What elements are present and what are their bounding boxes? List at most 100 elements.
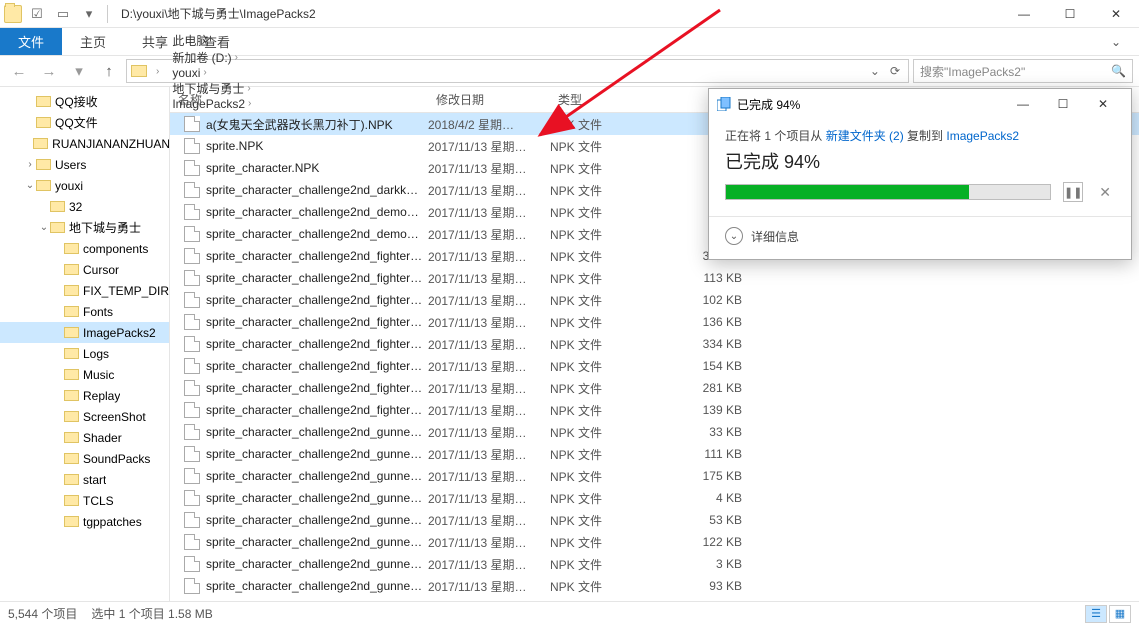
progress-bar bbox=[725, 184, 1051, 200]
tree-item[interactable]: ›Users bbox=[0, 154, 169, 175]
tree-item[interactable]: TCLS bbox=[0, 490, 169, 511]
col-date[interactable]: 修改日期 bbox=[428, 91, 550, 108]
chevron-right-icon[interactable]: › bbox=[208, 35, 217, 46]
chevron-right-icon[interactable]: › bbox=[153, 66, 162, 77]
qat-dropdown-icon[interactable]: ▾ bbox=[78, 6, 100, 22]
pause-button[interactable]: ❚❚ bbox=[1063, 182, 1083, 202]
file-row[interactable]: sprite_character_challenge2nd_gunne…2017… bbox=[170, 509, 1139, 531]
file-date: 2017/11/13 星期… bbox=[428, 512, 550, 529]
breadcrumb-segment[interactable]: 此电脑 bbox=[172, 32, 208, 49]
file-size: 122 KB bbox=[670, 535, 750, 549]
tree-item[interactable]: FIX_TEMP_DIR bbox=[0, 280, 169, 301]
file-row[interactable]: sprite_character_challenge2nd_fighter…20… bbox=[170, 355, 1139, 377]
breadcrumb-segment[interactable]: youxi bbox=[172, 66, 200, 80]
minimize-button[interactable]: — bbox=[1001, 0, 1047, 28]
tree-item[interactable]: 32 bbox=[0, 196, 169, 217]
folder-icon bbox=[64, 390, 79, 401]
close-button[interactable]: ✕ bbox=[1093, 0, 1139, 28]
file-row[interactable]: sprite_character_challenge2nd_gunne…2017… bbox=[170, 487, 1139, 509]
search-placeholder: 搜索"ImagePacks2" bbox=[920, 63, 1025, 80]
tree-item[interactable]: QQ接收 bbox=[0, 91, 169, 112]
file-size: 154 KB bbox=[670, 359, 750, 373]
expand-icon[interactable]: ⌄ bbox=[24, 180, 36, 191]
file-row[interactable]: sprite_character_challenge2nd_fighter…20… bbox=[170, 267, 1139, 289]
dialog-titlebar[interactable]: 已完成 94% — ☐ ✕ bbox=[709, 89, 1131, 119]
file-type: NPK 文件 bbox=[550, 314, 670, 331]
tree-item[interactable]: ⌄地下城与勇士 bbox=[0, 217, 169, 238]
dialog-maximize-button[interactable]: ☐ bbox=[1043, 89, 1083, 119]
file-row[interactable]: sprite_character_challenge2nd_gunne…2017… bbox=[170, 575, 1139, 597]
forward-button[interactable]: → bbox=[36, 59, 62, 83]
tree-item[interactable]: Fonts bbox=[0, 301, 169, 322]
chevron-down-icon: ⌄ bbox=[725, 227, 743, 245]
tab-file[interactable]: 文件 bbox=[0, 28, 62, 55]
view-icons-button[interactable]: ▦ bbox=[1109, 605, 1131, 623]
tree-item[interactable]: Replay bbox=[0, 385, 169, 406]
ribbon-expand-icon[interactable]: ⌄ bbox=[1093, 28, 1139, 55]
tree-item[interactable]: ⌄youxi bbox=[0, 175, 169, 196]
up-button[interactable]: ↑ bbox=[96, 59, 122, 83]
chevron-right-icon[interactable]: › bbox=[232, 52, 241, 63]
tree-item[interactable]: SoundPacks bbox=[0, 448, 169, 469]
maximize-button[interactable]: ☐ bbox=[1047, 0, 1093, 28]
dialog-close-button[interactable]: ✕ bbox=[1083, 89, 1123, 119]
col-name[interactable]: 名称 bbox=[170, 91, 428, 108]
tree-label: SoundPacks bbox=[83, 452, 150, 466]
file-row[interactable]: sprite_character_challenge2nd_gunne…2017… bbox=[170, 421, 1139, 443]
file-date: 2017/11/13 星期… bbox=[428, 446, 550, 463]
view-details-button[interactable]: ☰ bbox=[1085, 605, 1107, 623]
dest-link[interactable]: ImagePacks2 bbox=[946, 129, 1019, 143]
file-row[interactable]: sprite_character_challenge2nd_gunne…2017… bbox=[170, 531, 1139, 553]
file-row[interactable]: sprite_character_challenge2nd_gunne…2017… bbox=[170, 443, 1139, 465]
file-row[interactable]: sprite_character_challenge2nd_fighter…20… bbox=[170, 399, 1139, 421]
file-icon bbox=[184, 534, 200, 550]
tree-label: ImagePacks2 bbox=[83, 326, 156, 340]
file-row[interactable]: sprite_character_challenge2nd_gunne…2017… bbox=[170, 553, 1139, 575]
file-name: sprite_character_challenge2nd_fighter… bbox=[206, 249, 428, 263]
recent-dropdown-icon[interactable]: ▾ bbox=[66, 59, 92, 83]
folder-icon bbox=[64, 264, 79, 275]
chevron-right-icon[interactable]: › bbox=[200, 67, 209, 78]
search-input[interactable]: 搜索"ImagePacks2" 🔍 bbox=[913, 59, 1133, 83]
cancel-button[interactable]: ✕ bbox=[1095, 184, 1115, 201]
tree-item[interactable]: Music bbox=[0, 364, 169, 385]
file-date: 2017/11/13 星期… bbox=[428, 204, 550, 221]
file-row[interactable]: sprite_character_challenge2nd_fighter…20… bbox=[170, 333, 1139, 355]
refresh-icon[interactable]: ⟳ bbox=[890, 64, 900, 78]
back-button[interactable]: ← bbox=[6, 59, 32, 83]
properties-icon[interactable]: ▭ bbox=[52, 6, 74, 22]
file-size: 175 KB bbox=[670, 469, 750, 483]
tree-item[interactable]: ImagePacks2 bbox=[0, 322, 169, 343]
dialog-minimize-button[interactable]: — bbox=[1003, 89, 1043, 119]
folder-tree[interactable]: QQ接收QQ文件RUANJIANANZHUANG›Users⌄youxi32⌄地… bbox=[0, 87, 170, 601]
file-row[interactable]: sprite_character_challenge2nd_fighter…20… bbox=[170, 289, 1139, 311]
tree-item[interactable]: Shader bbox=[0, 427, 169, 448]
address-dropdown-icon[interactable]: ⌄ bbox=[870, 64, 880, 78]
copy-icon bbox=[717, 97, 731, 111]
tree-item[interactable]: RUANJIANANZHUANG bbox=[0, 133, 169, 154]
source-link[interactable]: 新建文件夹 (2) bbox=[826, 129, 904, 143]
address-bar[interactable]: › 此电脑›新加卷 (D:)›youxi›地下城与勇士›ImagePacks2›… bbox=[126, 59, 909, 83]
file-row[interactable]: sprite_character_challenge2nd_fighter…20… bbox=[170, 377, 1139, 399]
folder-icon bbox=[64, 306, 79, 317]
expand-icon[interactable]: › bbox=[24, 159, 36, 170]
tree-item[interactable]: ScreenShot bbox=[0, 406, 169, 427]
tab-home[interactable]: 主页 bbox=[62, 28, 124, 55]
checkbox-icon[interactable]: ☑ bbox=[26, 6, 48, 22]
tree-label: FIX_TEMP_DIR bbox=[83, 284, 169, 298]
expand-icon[interactable]: ⌄ bbox=[38, 222, 50, 233]
tree-item[interactable]: QQ文件 bbox=[0, 112, 169, 133]
file-icon bbox=[184, 424, 200, 440]
file-row[interactable]: sprite_character_challenge2nd_fighter…20… bbox=[170, 311, 1139, 333]
search-icon[interactable]: 🔍 bbox=[1111, 64, 1126, 78]
tree-item[interactable]: start bbox=[0, 469, 169, 490]
details-toggle[interactable]: ⌄ 详细信息 bbox=[725, 227, 1115, 245]
file-row[interactable]: sprite_character_challenge2nd_gunne…2017… bbox=[170, 465, 1139, 487]
tree-item[interactable]: components bbox=[0, 238, 169, 259]
file-name: sprite_character_challenge2nd_gunne… bbox=[206, 491, 428, 505]
col-type[interactable]: 类型 bbox=[550, 91, 670, 108]
tree-item[interactable]: Logs bbox=[0, 343, 169, 364]
tree-item[interactable]: Cursor bbox=[0, 259, 169, 280]
tree-item[interactable]: tgppatches bbox=[0, 511, 169, 532]
breadcrumb-segment[interactable]: 新加卷 (D:) bbox=[172, 49, 231, 66]
